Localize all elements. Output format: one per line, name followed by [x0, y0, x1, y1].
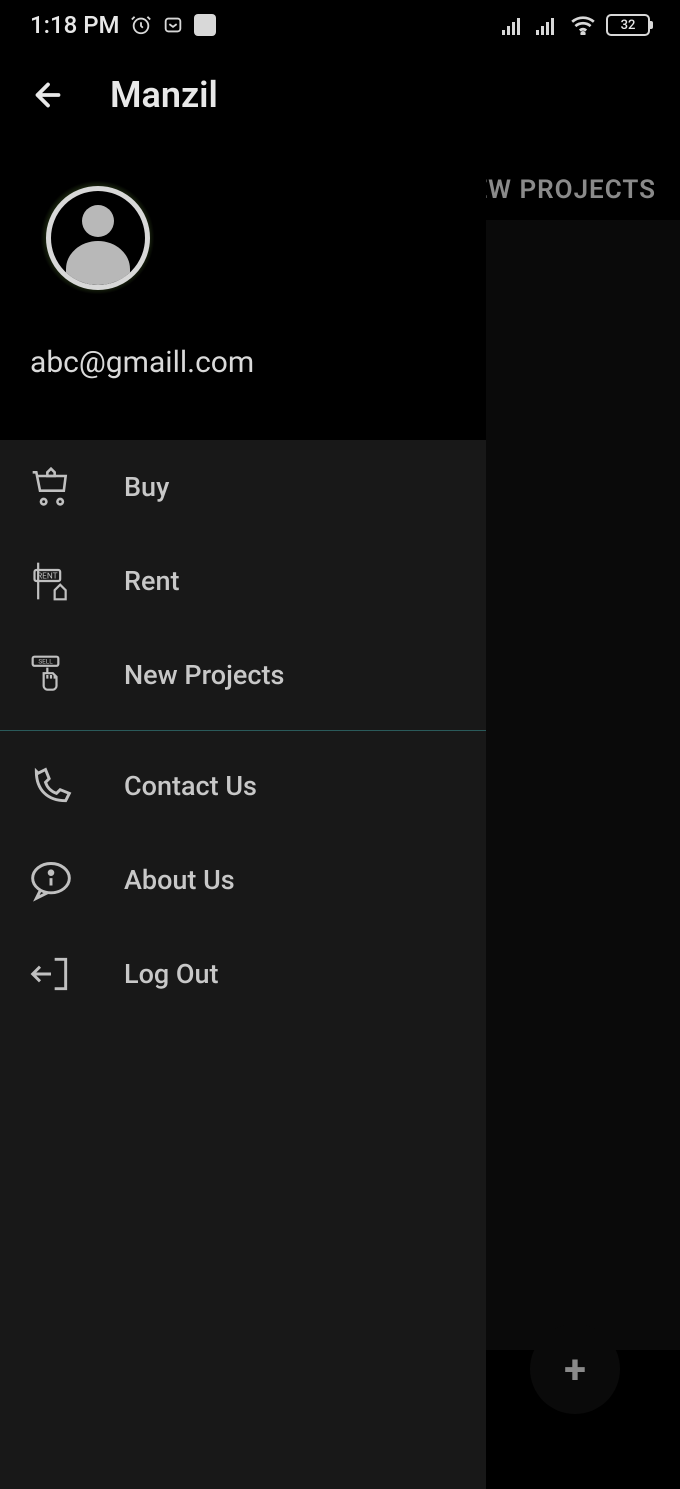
notification-icon	[162, 14, 184, 36]
menu-item-buy[interactable]: Buy	[0, 440, 486, 534]
menu-label: About Us	[124, 864, 235, 896]
app-title: Manzil	[110, 74, 218, 116]
battery-level: 32	[621, 18, 636, 33]
signal-1-icon	[502, 15, 526, 35]
sell-hand-icon: SELL	[28, 652, 74, 698]
drawer-menu: Buy RENT Rent SELL New Projects Contact …	[0, 440, 486, 1489]
menu-item-contact-us[interactable]: Contact Us	[0, 739, 486, 833]
status-bar: 1:18 PM 32	[0, 0, 680, 50]
signal-2-icon	[536, 15, 560, 35]
menu-label: Rent	[124, 565, 179, 597]
battery-icon: 32	[606, 14, 650, 36]
status-right: 32	[502, 14, 650, 36]
menu-item-about-us[interactable]: About Us	[0, 833, 486, 927]
menu-label: New Projects	[124, 659, 284, 691]
svg-text:SELL: SELL	[38, 658, 53, 666]
menu-item-rent[interactable]: RENT Rent	[0, 534, 486, 628]
svg-text:RENT: RENT	[37, 571, 58, 581]
fab-add-button[interactable]: +	[530, 1324, 620, 1414]
logout-icon	[28, 951, 74, 997]
status-time: 1:18 PM	[30, 11, 120, 39]
wifi-icon	[570, 15, 596, 35]
menu-item-log-out[interactable]: Log Out	[0, 927, 486, 1021]
user-email: abc@gmaill.com	[30, 345, 456, 380]
back-button[interactable]	[30, 77, 66, 113]
rent-sign-icon: RENT	[28, 558, 74, 604]
app-icon	[194, 14, 216, 36]
menu-item-new-projects[interactable]: SELL New Projects	[0, 628, 486, 722]
background-content	[486, 220, 680, 1350]
menu-divider	[0, 730, 486, 731]
avatar[interactable]	[40, 180, 155, 295]
app-header: Manzil	[0, 50, 486, 140]
info-bubble-icon	[28, 857, 74, 903]
navigation-drawer: Manzil abc@gmaill.com Buy RENT Rent	[0, 50, 486, 1474]
menu-label: Buy	[124, 471, 169, 503]
drawer-profile: abc@gmaill.com	[0, 140, 486, 440]
cart-icon	[28, 464, 74, 510]
alarm-icon	[130, 14, 152, 36]
status-left: 1:18 PM	[30, 11, 216, 39]
phone-icon	[28, 763, 74, 809]
plus-icon: +	[564, 1346, 586, 1393]
menu-label: Log Out	[124, 958, 219, 990]
menu-label: Contact Us	[124, 770, 257, 802]
